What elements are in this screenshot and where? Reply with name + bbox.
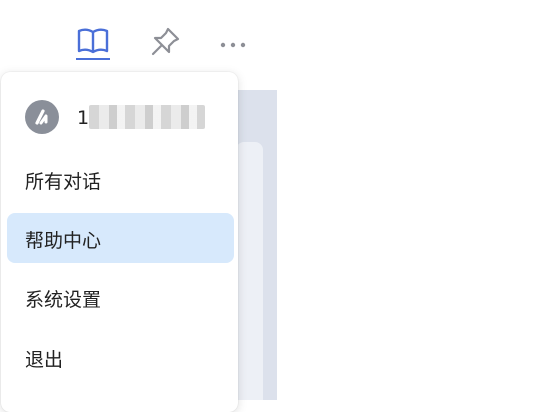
menu-item-label: 帮助中心 — [25, 230, 102, 252]
pin-icon — [149, 26, 181, 62]
menu-item-label: 系统设置 — [25, 289, 102, 311]
user-avatar — [25, 100, 59, 134]
logo-icon — [35, 109, 48, 125]
menu-item-system-settings[interactable]: 系统设置 — [7, 272, 234, 322]
menu-item-label: 所有对话 — [25, 171, 102, 193]
username-blurred — [89, 105, 205, 129]
menu-item-label: 退出 — [25, 349, 64, 371]
pin-button[interactable] — [145, 24, 185, 64]
menu-item-logout[interactable]: 退出 — [7, 332, 234, 382]
background-inner-card — [236, 142, 263, 400]
user-info-row[interactable]: 1 — [1, 96, 238, 140]
book-active-indicator — [76, 58, 110, 60]
menu-item-help-center[interactable]: 帮助中心 — [7, 213, 234, 263]
book-icon — [76, 27, 110, 61]
user-dropdown-menu: 1 所有对话 帮助中心 系统设置 退出 — [1, 72, 238, 412]
menu-item-all-conversations[interactable]: 所有对话 — [7, 154, 234, 204]
more-icon — [218, 35, 248, 54]
more-button[interactable] — [213, 24, 253, 64]
